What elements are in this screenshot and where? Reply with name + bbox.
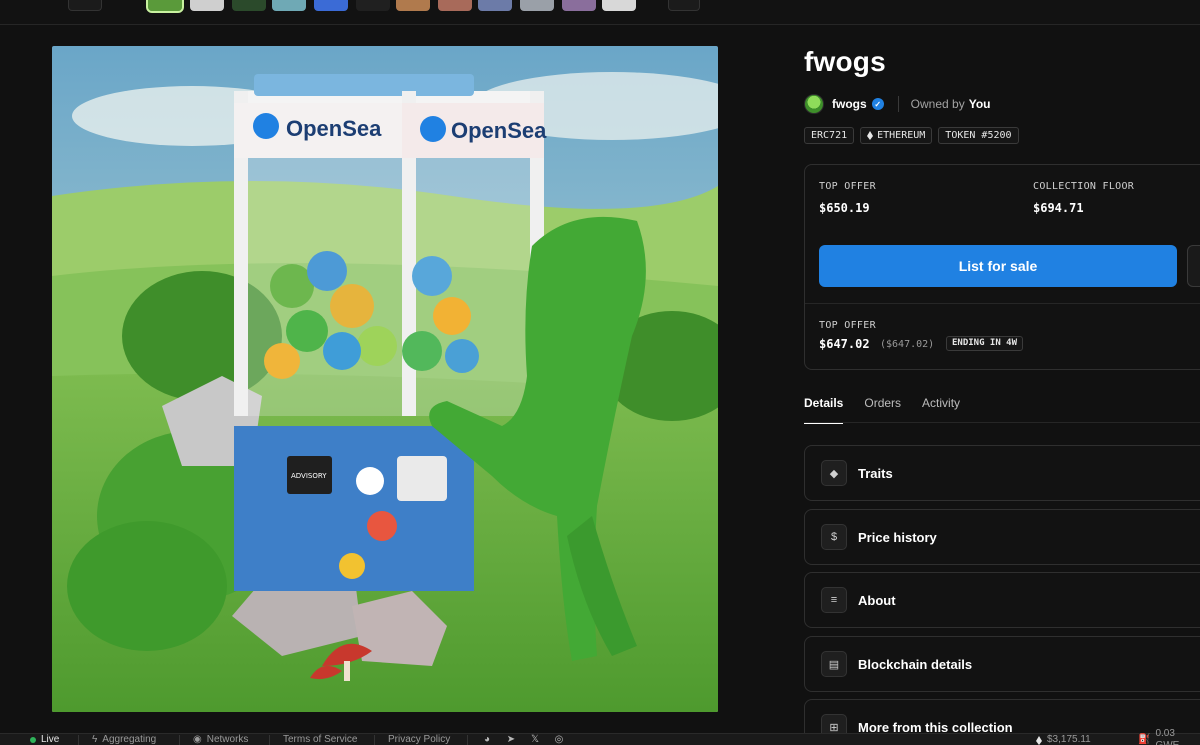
status-separator (467, 735, 468, 745)
top-offer-value-secondary: $647.02 (819, 337, 870, 351)
status-separator (179, 735, 180, 745)
price-history-label: Price history (858, 529, 937, 545)
blockchain-details-section[interactable]: ▤ Blockchain details (804, 636, 1200, 692)
terms-link[interactable]: Terms of Service (283, 734, 357, 745)
networks-icon: ◉ (193, 734, 202, 745)
artwork-brand-right: OpenSea (451, 118, 547, 143)
traits-section[interactable]: ◆ Traits (804, 445, 1200, 501)
thumbnail-item[interactable] (602, 0, 636, 11)
top-offer-label: TOP OFFER (819, 181, 876, 192)
list-for-sale-button[interactable]: List for sale (819, 245, 1177, 287)
thumbnail-item[interactable] (478, 0, 512, 11)
thumbnail-item[interactable] (356, 0, 390, 11)
discord-icon[interactable]: ◕ (481, 734, 493, 745)
block-icon: ▤ (821, 651, 847, 677)
top-offer-label-secondary: TOP OFFER (819, 320, 876, 331)
owner-link[interactable]: You (969, 97, 991, 111)
token-tags: ERC721 ETHEREUM TOKEN #5200 (804, 127, 1019, 144)
aggregating-status[interactable]: ϟ Aggregating (92, 734, 156, 745)
networks-link[interactable]: ◉ Networks (193, 734, 248, 745)
gas-indicator: ⛽ 0.03 GWE (1138, 728, 1200, 745)
status-separator (269, 735, 270, 745)
networks-label: Networks (206, 734, 249, 745)
thumbnail-item[interactable] (190, 0, 224, 11)
aggregating-label: Aggregating (102, 734, 157, 745)
status-bar: Live ϟ Aggregating ◉ Networks Terms of S… (0, 728, 1200, 745)
verified-badge-icon: ✓ (871, 98, 884, 110)
thumbnail-strip (0, 0, 1200, 25)
thumbnail-item[interactable] (232, 0, 266, 11)
x-icon[interactable]: 𝕏 (529, 734, 541, 745)
about-label: About (858, 592, 896, 608)
pricing-panel: TOP OFFER $650.19 COLLECTION FLOOR $694.… (804, 164, 1200, 370)
ethereum-icon (867, 131, 874, 140)
pricing-divider (805, 303, 1200, 304)
eth-price-value: $3,175.11 (1047, 734, 1091, 745)
about-section[interactable]: ≡ About (804, 572, 1200, 628)
tab-orders[interactable]: Orders (864, 396, 901, 424)
chain-tag[interactable]: ETHEREUM (860, 127, 933, 144)
dollar-icon: $ (821, 524, 847, 550)
collection-name-link[interactable]: fwogs (832, 97, 867, 111)
tab-activity[interactable]: Activity (922, 396, 960, 424)
artwork-illustration: OpenSea OpenSea ADVISORY (52, 46, 718, 712)
top-offer-value: $650.19 (819, 201, 870, 215)
meta-divider (897, 96, 899, 112)
privacy-label: Privacy Policy (388, 734, 451, 745)
gas-pump-icon: ⛽ (1138, 734, 1151, 745)
terms-label: Terms of Service (283, 734, 358, 745)
eth-price-indicator: $3,175.11 (1036, 734, 1091, 745)
thumbnail-item[interactable] (272, 0, 306, 11)
gas-value: 0.03 GWE (1155, 728, 1179, 745)
blockchain-details-label: Blockchain details (858, 656, 973, 672)
price-history-section[interactable]: $ Price history (804, 509, 1200, 565)
artwork-brand-left: OpenSea (286, 116, 382, 141)
collection-avatar[interactable] (804, 94, 824, 114)
ethereum-icon (1036, 735, 1042, 745)
token-id-text: TOKEN #5200 (945, 130, 1012, 141)
artwork-sticker-text: ADVISORY (291, 472, 327, 480)
tab-details[interactable]: Details (804, 396, 844, 424)
live-indicator: Live (30, 734, 59, 745)
thumbnail-item[interactable] (562, 0, 596, 11)
bolt-icon: ϟ (92, 734, 98, 745)
thumbnail-prev-button[interactable] (68, 0, 102, 11)
thumbnail-item[interactable] (438, 0, 472, 11)
live-dot-icon (30, 737, 36, 743)
thumbnail-item[interactable] (396, 0, 430, 11)
text-edit-icon: ≡ (821, 587, 847, 613)
instagram-icon[interactable]: ◎ (553, 734, 565, 745)
owned-by-label: Owned by (910, 97, 965, 111)
status-separator (78, 735, 79, 745)
collection-floor-label: COLLECTION FLOOR (1033, 181, 1135, 192)
nft-title: fwogs (804, 46, 886, 77)
token-id-tag[interactable]: TOKEN #5200 (938, 127, 1019, 144)
detail-tabs: Details Orders Activity (804, 396, 981, 424)
tabs-underline (804, 422, 1200, 423)
thumbnail-item[interactable] (520, 0, 554, 11)
chain-text: ETHEREUM (877, 130, 926, 141)
collection-floor-value: $694.71 (1033, 201, 1084, 215)
thumbnail-item[interactable] (314, 0, 348, 11)
traits-label: Traits (858, 465, 893, 481)
token-standard-tag: ERC721 (804, 127, 855, 144)
live-label: Live (41, 734, 60, 745)
thumbnail-next-button[interactable] (668, 0, 700, 11)
nft-artwork[interactable]: OpenSea OpenSea ADVISORY (52, 46, 718, 712)
top-offer-usd: ($647.02) (880, 339, 935, 350)
diamond-icon: ◆ (821, 460, 847, 486)
status-separator (374, 735, 375, 745)
privacy-link[interactable]: Privacy Policy (388, 734, 450, 745)
telegram-icon[interactable]: ➤ (505, 734, 517, 745)
offer-ending-badge: ENDING IN 4W (946, 336, 1024, 351)
thumbnail-item-active[interactable] (146, 0, 184, 13)
collection-owner-row: fwogs ✓ Owned by You (804, 93, 990, 115)
token-standard-text: ERC721 (811, 130, 848, 141)
more-options-button[interactable] (1187, 245, 1200, 287)
